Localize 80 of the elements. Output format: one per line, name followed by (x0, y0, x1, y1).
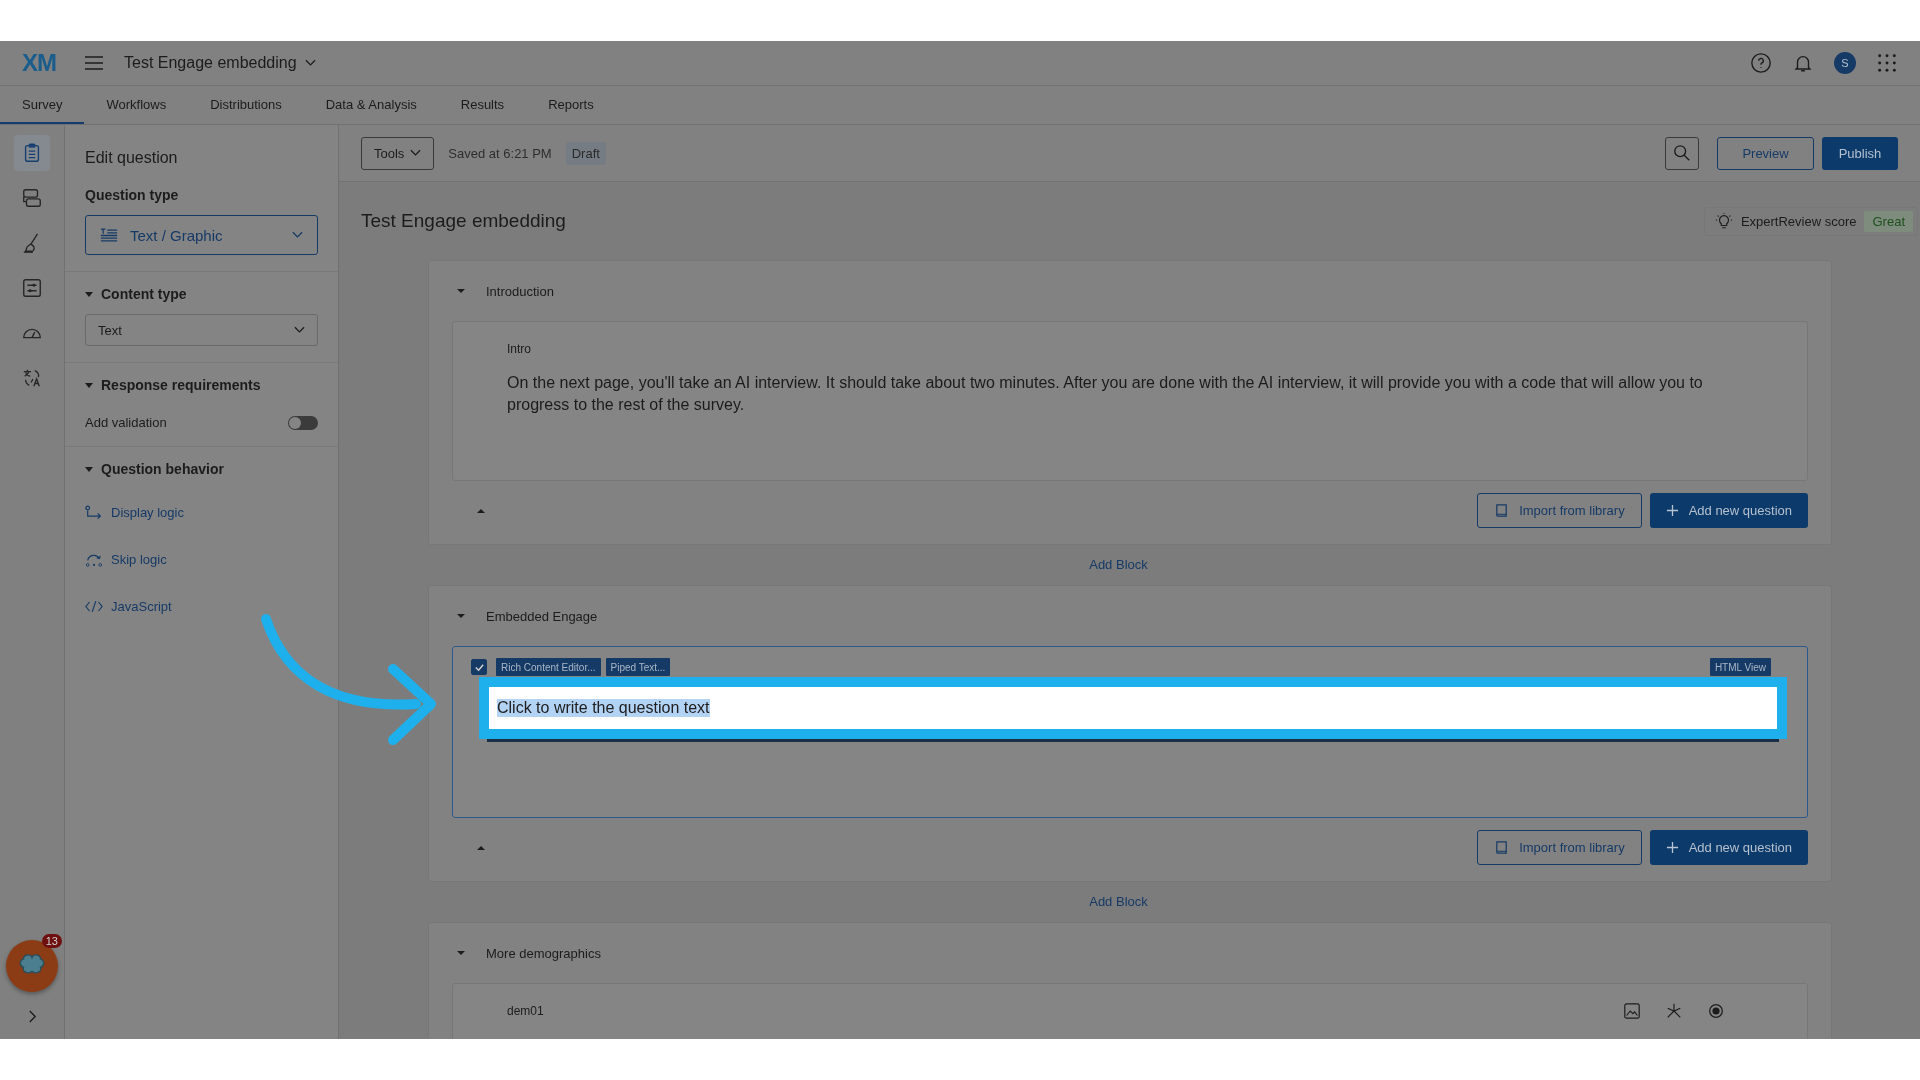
publish-button[interactable]: Publish (1822, 136, 1898, 170)
search-icon (1673, 144, 1691, 162)
section-toggle[interactable]: Content type (85, 286, 318, 302)
book-icon (1494, 503, 1510, 518)
logic-link[interactable]: JavaScript (111, 599, 172, 614)
collapse-icon[interactable] (476, 507, 486, 514)
section-label: Question type (85, 187, 180, 203)
chevron-down-icon (292, 231, 303, 239)
image-icon[interactable] (1623, 1002, 1641, 1020)
asterisk-icon[interactable] (1665, 1002, 1683, 1020)
skip-icon (85, 552, 103, 567)
nav-tab[interactable]: Results (438, 86, 527, 124)
collapse-icon[interactable] (456, 613, 466, 619)
add-question-button[interactable]: Add new question (1649, 830, 1808, 865)
expert-review-box[interactable]: ExpertReview score Great (1703, 206, 1918, 236)
plus-icon (1665, 841, 1679, 854)
question-card[interactable]: dem01 (452, 983, 1808, 1039)
chevron-down-icon (294, 326, 305, 334)
add-block-link[interactable]: Add Block (1089, 894, 1148, 909)
question-text: On the next page, you'll take an AI interview. It should take about two minutes. After you are done with the AI interview, it will provide you with a code that will allow you to progress to the rest of the survey. (507, 373, 1704, 415)
chevron-down-icon (304, 59, 316, 67)
blocks-icon (21, 187, 43, 209)
question-type-dropdown[interactable]: Text / Graphic (85, 215, 318, 255)
question-card[interactable]: Rich Content Editor... Piped Text... HTML View Click to write the question text (452, 646, 1808, 818)
search-button[interactable] (1665, 136, 1699, 170)
help-icon[interactable] (1750, 52, 1772, 74)
section-toggle[interactable]: Response requirements (85, 377, 318, 393)
nav-tab[interactable]: Reports (526, 86, 616, 124)
rail-button[interactable] (14, 135, 50, 171)
block-name: Embedded Engage (486, 608, 598, 624)
nav-tab[interactable]: Workflows (84, 86, 189, 124)
logic-link[interactable]: Display logic (111, 505, 184, 520)
editor-tool-button[interactable]: Piped Text... (605, 658, 671, 676)
block-name: Introduction (486, 283, 554, 299)
validation-toggle[interactable] (288, 415, 318, 430)
question-id: dem01 (507, 1004, 544, 1018)
survey-title: Test Engage embedding (361, 210, 566, 232)
block-name: More demographics (486, 945, 601, 961)
collapse-icon[interactable] (456, 950, 466, 956)
avatar[interactable]: S (1834, 52, 1856, 74)
translate-icon (21, 367, 43, 389)
logic-link[interactable]: Skip logic (111, 552, 167, 567)
book-icon (1494, 840, 1510, 855)
nav-tab[interactable]: Data & Analysis (303, 86, 439, 124)
collapse-icon[interactable] (456, 288, 466, 294)
validation-label: Add validation (85, 415, 167, 430)
nav-tab[interactable]: Distributions (188, 86, 304, 124)
code-icon (85, 599, 103, 614)
collapse-icon[interactable] (476, 844, 486, 851)
plus-icon (1665, 504, 1679, 517)
question-id: Intro (507, 342, 531, 356)
branch-icon (85, 505, 103, 520)
editor-tool-button[interactable]: Rich Content Editor... (496, 658, 601, 676)
section-toggle[interactable]: Question behavior (85, 461, 318, 477)
import-button[interactable]: Import from library (1477, 830, 1642, 865)
add-question-button[interactable]: Add new question (1649, 493, 1808, 528)
import-button[interactable]: Import from library (1477, 493, 1642, 528)
save-status: Saved at 6:21 PM (448, 145, 552, 161)
preview-button[interactable]: Preview (1717, 136, 1814, 170)
content-type-dropdown[interactable]: Text (85, 314, 318, 346)
panel-title: Edit question (85, 149, 179, 167)
lightbulb-icon (1714, 212, 1733, 230)
html-view-button[interactable]: HTML View (1709, 658, 1771, 676)
score-tag: Great (1864, 210, 1913, 232)
sliders-icon (21, 277, 43, 299)
text-lines-icon (100, 227, 118, 243)
question-text-editor[interactable]: Click to write the question text (479, 677, 1787, 739)
expand-icon[interactable] (27, 1010, 37, 1023)
radio-icon[interactable] (1707, 1002, 1725, 1020)
question-checkbox[interactable] (471, 659, 487, 675)
apps-icon[interactable] (1876, 52, 1898, 74)
tools-dropdown[interactable]: Tools (361, 136, 435, 170)
notification-badge: 13 (41, 934, 62, 948)
checkmark-icon (473, 661, 485, 673)
chevron-down-icon (410, 149, 422, 157)
project-dropdown[interactable]: Test Engage embedding (124, 54, 316, 72)
draft-tag: Draft (565, 141, 606, 165)
menu-icon[interactable] (84, 55, 104, 71)
add-block-link[interactable]: Add Block (1089, 557, 1148, 572)
expert-review-label: ExpertReview score (1740, 213, 1857, 229)
